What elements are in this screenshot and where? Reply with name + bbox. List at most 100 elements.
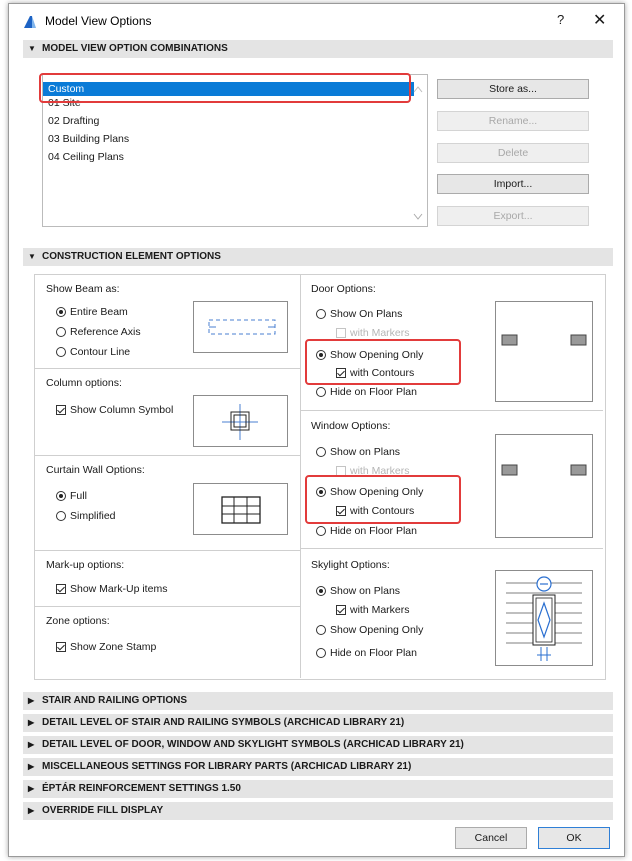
curtain-wall-grid-icon — [221, 496, 261, 524]
delete-button[interactable]: Delete — [437, 143, 589, 163]
rename-button[interactable]: Rename... — [437, 111, 589, 131]
section-header-model-view-combinations[interactable]: ▼ MODEL VIEW OPTION COMBINATIONS — [23, 40, 613, 58]
zone-options-title: Zone options: — [46, 615, 110, 627]
radio-icon — [56, 511, 66, 521]
radio-selected-icon — [316, 586, 326, 596]
section-header-misc-library-parts[interactable]: ▶ MISCELLANEOUS SETTINGS FOR LIBRARY PAR… — [23, 758, 613, 776]
radio-door-show-opening-only[interactable]: Show Opening Only — [316, 348, 423, 362]
group-divider — [35, 455, 300, 456]
markup-options-title: Mark-up options: — [46, 559, 125, 571]
door-options-title: Door Options: — [311, 283, 376, 295]
radio-icon — [316, 648, 326, 658]
checkbox-door-with-markers[interactable]: with Markers — [336, 326, 410, 340]
scroll-up-icon[interactable] — [413, 85, 423, 93]
export-button[interactable]: Export... — [437, 206, 589, 226]
checkbox-skylight-with-markers[interactable]: with Markers — [336, 603, 410, 617]
checkbox-checked-icon — [56, 405, 66, 415]
expand-arrow-icon: ▶ — [28, 784, 35, 793]
radio-icon — [316, 447, 326, 457]
collapse-arrow-icon: ▼ — [28, 44, 36, 53]
radio-skylight-show-opening-only[interactable]: Show Opening Only — [316, 623, 423, 637]
group-divider — [301, 548, 603, 549]
list-item-site[interactable]: 01 Site — [43, 96, 414, 110]
radio-icon — [316, 625, 326, 635]
list-item-custom[interactable]: Custom — [43, 82, 414, 96]
radio-skylight-show-on-plans[interactable]: Show on Plans — [316, 584, 400, 598]
curtain-wall-preview — [193, 483, 288, 535]
skylight-symbol-icon — [506, 576, 582, 661]
column-symbol-icon — [222, 404, 258, 440]
checkbox-show-markup-items[interactable]: Show Mark-Up items — [56, 582, 167, 596]
checkbox-checked-icon — [336, 605, 346, 615]
group-divider — [35, 368, 300, 369]
group-divider — [35, 606, 300, 607]
section-header-stair-railing-symbols[interactable]: ▶ DETAIL LEVEL OF STAIR AND RAILING SYMB… — [23, 714, 613, 732]
title-bar: Model View Options ? ✕ — [9, 4, 624, 38]
section-header-construction-element-options[interactable]: ▼ CONSTRUCTION ELEMENT OPTIONS — [23, 248, 613, 266]
section-header-eptar-reinforcement[interactable]: ▶ ÉPTÁR REINFORCEMENT SETTINGS 1.50 — [23, 780, 613, 798]
radio-contour-line[interactable]: Contour Line — [56, 345, 130, 359]
section-header-door-window-skylight-symbols[interactable]: ▶ DETAIL LEVEL OF DOOR, WINDOW AND SKYLI… — [23, 736, 613, 754]
collapse-arrow-icon: ▼ — [28, 252, 36, 261]
expand-arrow-icon: ▶ — [28, 806, 35, 815]
help-button[interactable]: ? — [557, 12, 564, 27]
checkbox-show-column-symbol[interactable]: Show Column Symbol — [56, 403, 173, 417]
checkbox-checked-icon — [336, 506, 346, 516]
checkbox-window-with-markers[interactable]: with Markers — [336, 464, 410, 478]
skylight-preview — [495, 570, 593, 666]
scroll-down-icon[interactable] — [413, 213, 423, 221]
checkbox-window-with-contours[interactable]: with Contours — [336, 504, 414, 518]
section-header-stair-railing-options[interactable]: ▶ STAIR AND RAILING OPTIONS — [23, 692, 613, 710]
radio-curtain-full[interactable]: Full — [56, 489, 87, 503]
close-button[interactable]: ✕ — [593, 10, 606, 30]
expand-arrow-icon: ▶ — [28, 762, 35, 771]
door-preview — [495, 301, 593, 402]
checkbox-show-zone-stamp[interactable]: Show Zone Stamp — [56, 640, 156, 654]
radio-reference-axis[interactable]: Reference Axis — [56, 325, 141, 339]
import-button[interactable]: Import... — [437, 174, 589, 194]
radio-selected-icon — [56, 307, 66, 317]
radio-skylight-hide-on-floor-plan[interactable]: Hide on Floor Plan — [316, 646, 417, 660]
radio-door-hide-on-floor-plan[interactable]: Hide on Floor Plan — [316, 385, 417, 399]
radio-window-show-opening-only[interactable]: Show Opening Only — [316, 485, 423, 499]
ok-button[interactable]: OK — [538, 827, 610, 849]
expand-arrow-icon: ▶ — [28, 740, 35, 749]
radio-selected-icon — [316, 487, 326, 497]
list-item-ceiling-plans[interactable]: 04 Ceiling Plans — [43, 150, 414, 164]
list-item-building-plans[interactable]: 03 Building Plans — [43, 132, 414, 146]
column-preview — [193, 395, 288, 447]
window-title: Model View Options — [45, 14, 152, 28]
radio-icon — [316, 387, 326, 397]
section-header-override-fill-display[interactable]: ▶ OVERRIDE FILL DISPLAY — [23, 802, 613, 820]
model-view-options-dialog: Model View Options ? ✕ ▼ MODEL VIEW OPTI… — [8, 3, 625, 857]
radio-icon — [56, 347, 66, 357]
expand-arrow-icon: ▶ — [28, 696, 35, 705]
checkbox-icon — [336, 328, 346, 338]
checkbox-checked-icon — [56, 584, 66, 594]
checkbox-icon — [336, 466, 346, 476]
window-options-title: Window Options: — [311, 420, 391, 432]
radio-door-show-on-plans[interactable]: Show On Plans — [316, 307, 402, 321]
radio-icon — [316, 309, 326, 319]
radio-selected-icon — [56, 491, 66, 501]
radio-entire-beam[interactable]: Entire Beam — [56, 305, 128, 319]
combination-list[interactable]: Custom 01 Site 02 Drafting 03 Building P… — [42, 74, 428, 227]
cancel-button[interactable]: Cancel — [455, 827, 527, 849]
radio-window-hide-on-floor-plan[interactable]: Hide on Floor Plan — [316, 524, 417, 538]
radio-icon — [56, 327, 66, 337]
group-divider — [35, 550, 300, 551]
beam-preview — [193, 301, 288, 353]
list-item-drafting[interactable]: 02 Drafting — [43, 114, 414, 128]
store-as-button[interactable]: Store as... — [437, 79, 589, 99]
skylight-options-title: Skylight Options: — [311, 559, 390, 571]
beam-preview-icon — [208, 319, 276, 335]
checkbox-checked-icon — [56, 642, 66, 652]
curtain-wall-options-title: Curtain Wall Options: — [46, 464, 145, 476]
checkbox-checked-icon — [336, 368, 346, 378]
radio-window-show-on-plans[interactable]: Show on Plans — [316, 445, 400, 459]
group-divider — [301, 410, 603, 411]
column-divider — [300, 274, 301, 678]
column-options-title: Column options: — [46, 377, 122, 389]
radio-curtain-simplified[interactable]: Simplified — [56, 509, 116, 523]
checkbox-door-with-contours[interactable]: with Contours — [336, 366, 414, 380]
